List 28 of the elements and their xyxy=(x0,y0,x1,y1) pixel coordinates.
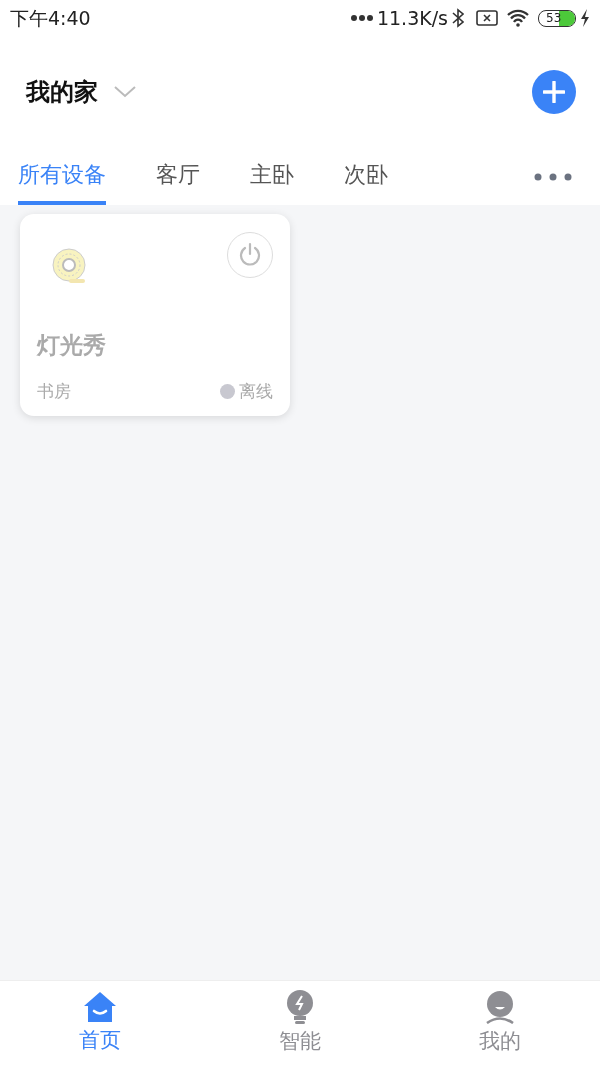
room-label: 书房 xyxy=(37,379,71,403)
sim-card-icon xyxy=(476,10,498,26)
chevron-down-icon[interactable] xyxy=(114,86,136,98)
person-icon xyxy=(484,990,516,1025)
bluetooth-icon xyxy=(452,8,464,28)
signal-dots-icon xyxy=(350,14,373,22)
home-title[interactable]: 我的家 xyxy=(26,74,98,110)
nav-tab[interactable]: 智能 xyxy=(200,981,400,1067)
room-tab[interactable]: 主卧 xyxy=(250,148,294,205)
nav-tab[interactable]: 我的 xyxy=(400,981,600,1067)
status-time: 下午4:40 xyxy=(10,5,91,31)
charging-icon xyxy=(580,9,590,27)
light-strip-icon xyxy=(52,248,88,284)
device-card[interactable]: 灯光秀 书房 离线 xyxy=(20,214,290,416)
room-tab[interactable]: 次卧 xyxy=(344,148,388,205)
power-icon xyxy=(237,242,263,268)
device-name: 灯光秀 xyxy=(37,331,107,360)
lightbulb-icon xyxy=(285,990,315,1025)
status-label: 离线 xyxy=(239,379,273,403)
room-tab[interactable]: 客厅 xyxy=(156,148,200,205)
more-icon[interactable] xyxy=(534,172,572,181)
house-icon xyxy=(83,991,117,1024)
plus-icon xyxy=(543,81,565,103)
nav-tab[interactable]: 首页 xyxy=(0,981,200,1067)
network-speed: 11.3K/s xyxy=(376,5,448,31)
add-button[interactable] xyxy=(532,70,576,114)
power-button[interactable] xyxy=(227,232,273,278)
wifi-icon xyxy=(506,9,530,27)
